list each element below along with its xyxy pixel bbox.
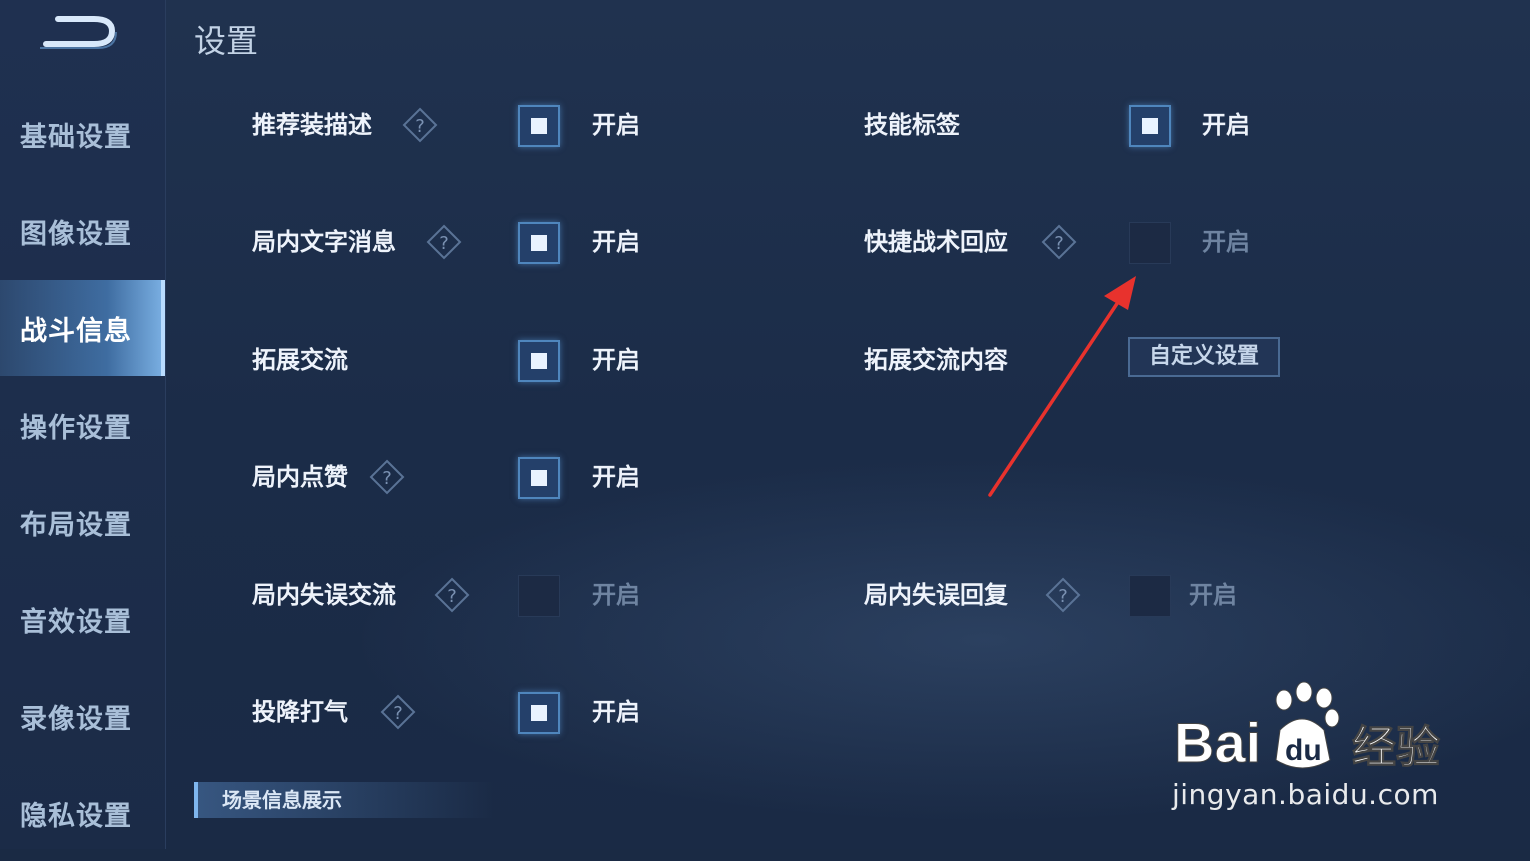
setting-checkbox[interactable] [1129, 105, 1171, 147]
setting-state: 开启 [1189, 581, 1237, 609]
setting-state: 开启 [592, 111, 640, 139]
svg-text:?: ? [1058, 586, 1068, 607]
sidebar: 基础设置 图像设置 战斗信息 操作设置 布局设置 音效设置 录像设置 隐私设置 [0, 0, 166, 849]
setting-state: 开启 [592, 346, 640, 374]
page-title: 设置 [194, 22, 259, 60]
sidebar-item-graphics[interactable]: 图像设置 [0, 183, 165, 279]
setting-state: 开启 [592, 581, 640, 609]
back-arrow-icon[interactable] [36, 12, 120, 60]
svg-text:?: ? [439, 233, 449, 254]
svg-text:Bai: Bai [1174, 711, 1261, 774]
setting-label: 技能标签 [864, 111, 960, 139]
setting-checkbox[interactable] [1129, 222, 1171, 264]
sidebar-item-replay[interactable]: 录像设置 [0, 668, 165, 764]
setting-checkbox[interactable] [518, 575, 560, 617]
help-icon[interactable]: ? [369, 459, 405, 495]
setting-checkbox[interactable] [518, 340, 560, 382]
setting-checkbox[interactable] [518, 457, 560, 499]
setting-state: 开启 [592, 698, 640, 726]
sidebar-item-layout[interactable]: 布局设置 [0, 474, 165, 570]
help-icon[interactable]: ? [402, 107, 438, 143]
setting-checkbox[interactable] [518, 222, 560, 264]
setting-label: 局内文字消息 [252, 228, 396, 256]
sidebar-item-privacy[interactable]: 隐私设置 [0, 765, 165, 861]
setting-label: 拓展交流 [252, 346, 348, 374]
section-header: 场景信息展示 [194, 782, 494, 818]
svg-text:?: ? [382, 468, 392, 489]
help-icon[interactable]: ? [1045, 577, 1081, 613]
svg-text:du: du [1285, 734, 1322, 767]
svg-text:经验: 经验 [1352, 722, 1440, 773]
watermark-url: jingyan.baidu.com [1172, 778, 1439, 811]
help-icon[interactable]: ? [434, 577, 470, 613]
setting-state: 开启 [592, 228, 640, 256]
setting-state: 开启 [592, 463, 640, 491]
help-icon[interactable]: ? [1041, 224, 1077, 260]
setting-label: 推荐装描述 [252, 111, 372, 139]
sidebar-item-controls[interactable]: 操作设置 [0, 377, 165, 473]
setting-label: 快捷战术回应 [864, 228, 1008, 256]
setting-checkbox[interactable] [1129, 575, 1171, 617]
svg-text:?: ? [393, 703, 403, 724]
help-icon[interactable]: ? [380, 694, 416, 730]
setting-label: 局内失误回复 [864, 581, 1008, 609]
setting-state: 开启 [1202, 228, 1250, 256]
setting-label: 局内失误交流 [252, 581, 396, 609]
svg-text:?: ? [447, 586, 457, 607]
svg-text:?: ? [1054, 233, 1064, 254]
baidu-watermark-logo: Bai du 经验 [1174, 681, 1441, 775]
setting-state: 开启 [1202, 111, 1250, 139]
setting-checkbox[interactable] [518, 692, 560, 734]
sidebar-item-battle-info[interactable]: 战斗信息 [0, 280, 165, 376]
setting-label: 投降打气 [252, 698, 348, 726]
setting-checkbox[interactable] [518, 105, 560, 147]
custom-settings-button[interactable]: 自定义设置 [1128, 337, 1280, 377]
setting-label: 局内点赞 [252, 463, 348, 491]
sidebar-item-sound[interactable]: 音效设置 [0, 571, 165, 667]
sidebar-item-basic[interactable]: 基础设置 [0, 86, 165, 182]
svg-text:?: ? [415, 116, 425, 137]
annotation-arrow-icon [988, 276, 1136, 497]
help-icon[interactable]: ? [426, 224, 462, 260]
